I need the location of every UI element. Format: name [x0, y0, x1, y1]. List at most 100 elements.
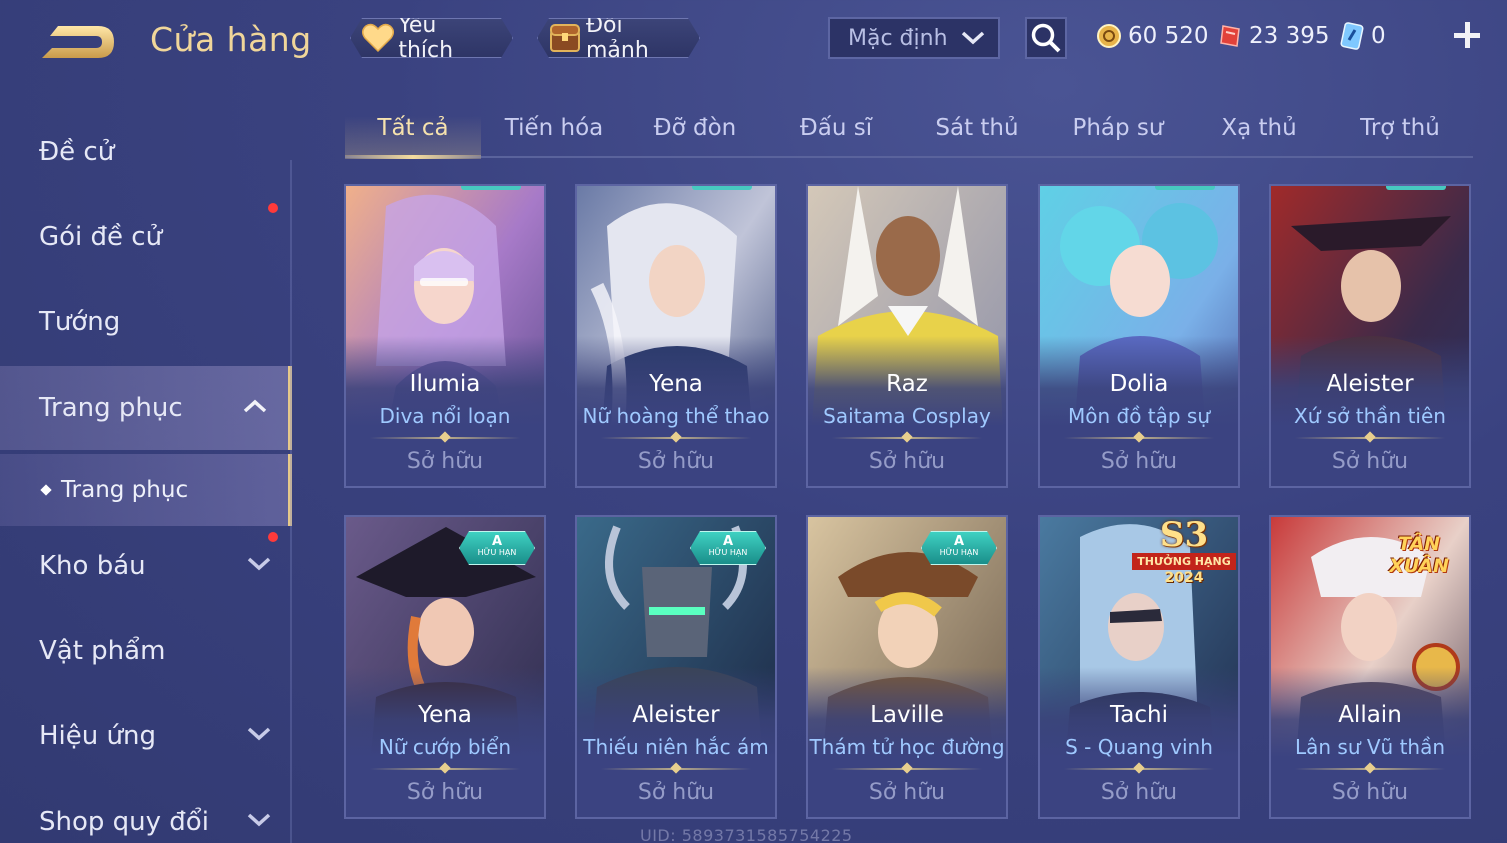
rank-season-badge: S3 THƯỞNG HẠNG 2024 [1128, 517, 1238, 587]
voucher-value: 23 395 [1249, 23, 1330, 49]
skin-card[interactable]: Aleister Xứ sở thần tiên Sở hữu [1269, 184, 1471, 488]
tab-label: Sát thủ [935, 115, 1019, 141]
skin-name: S - Quang vinh [1065, 735, 1213, 759]
skin-card[interactable]: Yena Nữ hoàng thể thao Sở hữu [575, 184, 777, 488]
limited-badge: A HỮU HẠN [690, 531, 766, 565]
skin-card[interactable]: Raz Saitama Cosplay Sở hữu [806, 184, 1008, 488]
skin-card[interactable]: S3 THƯỞNG HẠNG 2024 Tachi S - Quang vinh… [1038, 515, 1240, 819]
tab-fighter[interactable]: Đấu sĩ [768, 100, 904, 156]
tab-label: Đỡ đòn [653, 115, 737, 141]
tab-support[interactable]: Trợ thủ [1332, 100, 1468, 156]
owned-status: Sở hữu [1331, 780, 1409, 805]
skin-card[interactable]: A HỮU HẠN Yena Nữ cướp biển Sở hữu [344, 515, 546, 819]
voucher-balance: 23 395 [1216, 20, 1329, 52]
badge-grade: A [491, 534, 503, 549]
hero-name: Ilumia [409, 371, 481, 397]
owned-status: Sở hữu [637, 449, 715, 474]
owned-status: Sở hữu [1100, 449, 1178, 474]
sidebar-item-label: Tướng [39, 307, 121, 337]
uid-watermark: UID: 5893731585754225 [640, 826, 853, 843]
voucher-icon [1216, 22, 1244, 50]
tab-evolution[interactable]: Tiến hóa [486, 100, 622, 156]
gold-balance: 60 520 [1095, 20, 1208, 52]
sidebar-item-treasure[interactable]: Kho báu [0, 524, 292, 608]
sidebar-item-effects[interactable]: Hiệu ứng [0, 694, 292, 778]
back-arrow-icon [42, 26, 114, 58]
tab-label: Đấu sĩ [799, 115, 873, 141]
sidebar-item-items[interactable]: Vật phẩm [0, 609, 292, 693]
hero-name: Aleister [632, 702, 720, 728]
badge-label: HỮU HẠN [708, 548, 748, 557]
sidebar-item-exchange-shop[interactable]: Shop quy đổi [0, 780, 292, 843]
hero-name: Laville [870, 702, 944, 728]
sidebar-item-label: Trang phục [39, 393, 183, 423]
tab-label: Pháp sư [1072, 115, 1164, 141]
limited-badge: A HỮU HẠN [459, 531, 535, 565]
skin-name: Nữ hoàng thể thao [582, 404, 770, 428]
badge-band: THƯỞNG HẠNG [1132, 553, 1236, 570]
skin-card[interactable]: A HỮU HẠN Laville Thám tử học đường Sở hữ… [806, 515, 1008, 819]
sidebar-item-recommended[interactable]: Đề cử [0, 110, 292, 194]
tab-label: Trợ thủ [1360, 115, 1440, 141]
skin-card[interactable]: Dolia Môn đồ tập sự Sở hữu [1038, 184, 1240, 488]
sort-value: Mặc định [848, 25, 948, 51]
category-tabs: Tất cả Tiến hóa Đỡ đòn Đấu sĩ Sát thủ Ph… [345, 100, 1473, 159]
sidebar-item-heroes[interactable]: Tướng [0, 280, 292, 364]
chevron-up-icon [243, 399, 267, 413]
sidebar-divider [290, 160, 292, 843]
badge-grade: A [953, 534, 965, 549]
exchange-fragments-button[interactable]: Đổi mảnh [537, 18, 700, 58]
heart-icon [361, 21, 394, 55]
hero-name: Allain [1338, 702, 1402, 728]
chest-icon [548, 21, 582, 55]
badge-year: 2024 [1164, 570, 1204, 586]
card-top-strip [1155, 186, 1215, 190]
owned-status: Sở hữu [868, 449, 946, 474]
tab-all[interactable]: Tất cả [345, 100, 481, 159]
skin-name: Nữ cướp biển [378, 735, 512, 759]
tab-mage[interactable]: Pháp sư [1050, 100, 1186, 156]
event-badge: TÂN XUÂN [1389, 533, 1449, 577]
sidebar-subitem-skins[interactable]: Trang phục [0, 454, 292, 526]
sort-dropdown[interactable]: Mặc định [828, 17, 1000, 59]
card-top-strip [692, 186, 752, 190]
skin-card[interactable]: TÂN XUÂN Allain Lân sư Vũ thần Sở hữu [1269, 515, 1471, 819]
search-button[interactable] [1025, 17, 1067, 59]
skin-card[interactable]: A HỮU HẠN Aleister Thiếu niên hắc ám Sở h… [575, 515, 777, 819]
search-icon [1031, 23, 1061, 53]
hero-name: Raz [886, 371, 928, 397]
skin-name: Lân sư Vũ thần [1294, 735, 1446, 759]
sidebar-item-label: Kho báu [39, 551, 146, 581]
hero-name: Tachi [1110, 702, 1168, 728]
tab-marksman[interactable]: Xạ thủ [1191, 100, 1327, 156]
tab-tank[interactable]: Đỡ đòn [627, 100, 763, 156]
favorite-button[interactable]: Yêu thích [350, 18, 513, 58]
owned-status: Sở hữu [1331, 449, 1409, 474]
hero-name: Yena [649, 371, 703, 397]
back-button[interactable] [38, 22, 118, 66]
gold-value: 60 520 [1128, 23, 1209, 49]
sidebar: Đề cử Gói đề cử Tướng Trang phục Trang p… [0, 110, 292, 843]
sidebar-item-recommended-packs[interactable]: Gói đề cử [0, 195, 292, 279]
gem-value: 0 [1371, 23, 1386, 49]
skin-name: Môn đồ tập sự [1067, 404, 1211, 428]
add-currency-button[interactable] [1452, 20, 1482, 50]
skin-name: Diva nổi loạn [379, 404, 511, 428]
limited-badge: A HỮU HẠN [921, 531, 997, 565]
top-bar: Cửa hàng Yêu thích Đổi mảnh Mặc định 60 … [0, 0, 1507, 80]
sidebar-item-skins[interactable]: Trang phục [0, 366, 292, 450]
skin-card[interactable]: Ilumia Diva nổi loạn Sở hữu [344, 184, 546, 488]
sidebar-subitem-label: Trang phục [61, 477, 189, 503]
owned-status: Sở hữu [406, 449, 484, 474]
tab-assassin[interactable]: Sát thủ [909, 100, 1045, 156]
skin-name: Saitama Cosplay [823, 404, 991, 428]
skin-name: Thiếu niên hắc ám [583, 735, 769, 759]
skin-grid: Ilumia Diva nổi loạn Sở hữu Yena Nữ hoàn… [344, 184, 1474, 843]
hero-name: Yena [418, 702, 472, 728]
owned-status: Sở hữu [868, 780, 946, 805]
tab-label: Xạ thủ [1221, 115, 1297, 141]
exchange-label: Đổi mảnh [586, 13, 649, 63]
hero-name: Dolia [1109, 371, 1169, 397]
chevron-down-icon [247, 727, 271, 741]
chevron-down-icon [247, 557, 271, 571]
